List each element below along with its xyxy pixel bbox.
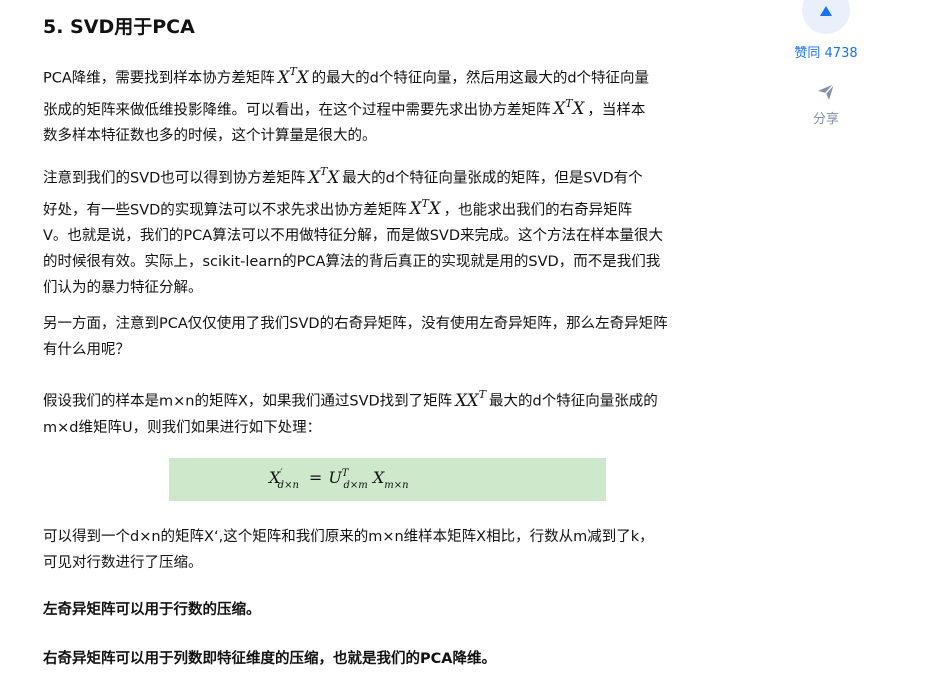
p2-text-1: 注意到我们的SVD也可以得到协方差矩阵	[43, 170, 306, 187]
section-heading: 5. SVD用于PCA	[43, 16, 195, 38]
p1-text-4: ，当样本	[587, 102, 646, 118]
math-xxt: XXT	[455, 388, 487, 410]
p1-text-2: 的最大的d个特征向量，然后用这最大的d个特征向量	[311, 70, 650, 87]
upvote-button[interactable]	[802, 0, 850, 34]
paper-plane-icon[interactable]	[816, 82, 836, 102]
p4-text-1: 假设我们的样本是m×n的矩阵X，如果我们通过SVD找到了矩阵	[43, 393, 453, 410]
paragraph-assumption: 假设我们的样本是m×n的矩阵X，如果我们通过SVD找到了矩阵 XXT 最大的d个特征…	[43, 383, 733, 441]
share-button-label[interactable]: 分享	[780, 108, 872, 127]
p2-text-7: 们认为的暴力特征分解。	[43, 280, 203, 296]
math-xtx: XTX	[409, 196, 441, 219]
paragraph-left-singular-question: 另一方面，注意到PCA仅仅使用了我们SVD的右奇异矩阵，没有使用左奇异矩阵，那么…	[43, 311, 733, 363]
formula-equation: X′d×n = UTd×m Xm×n	[269, 468, 409, 491]
paragraph-pca-intro: PCA降维，需要找到样本协方差矩阵 XTX 的最大的d个特征向量，然后用这最大的d个…	[43, 60, 733, 149]
p2-text-3: 好处，有一些SVD的实现算法可以不求先求出协方差矩阵	[43, 202, 407, 218]
math-xtx: XTX	[308, 165, 340, 187]
bold-right-singular-note: 右奇异矩阵可以用于列数即特征维度的压缩，也就是我们的PCA降维。	[43, 651, 496, 667]
p2-text-2: 最大的d个特征向量张成的矩阵，但是SVD有个	[342, 170, 643, 187]
p4-text-2: 最大的d个特征向量张成的	[489, 393, 658, 410]
p1-text-3: 张成的矩阵来做低维投影降维。可以看出，在这个过程中需要先求出协方差矩阵	[43, 102, 551, 118]
formula-block: X′d×n = UTd×m Xm×n	[169, 458, 606, 501]
paragraph-svd-advantage: 注意到我们的SVD也可以得到协方差矩阵 XTX 最大的d个特征向量张成的矩阵，但是S…	[43, 160, 733, 301]
p2-text-5: V。也就是说，我们的PCA算法可以不用做特征分解，而是做SVD来完成。这个方法在…	[43, 228, 663, 244]
paragraph-row-compression: 可以得到一个d×n的矩阵X‘,这个矩阵和我们原来的m×n维样本矩阵X相比，行数从…	[43, 524, 733, 576]
triangle-up-icon	[820, 6, 832, 16]
p2-text-4: ，也能求出我们的右奇异矩阵	[443, 202, 633, 218]
bold-left-singular-note: 左奇异矩阵可以用于行数的压缩。	[43, 602, 261, 618]
p5-text-2: 可见对行数进行了压缩。	[43, 555, 203, 571]
p4-text-3: m×d维矩阵U，则我们如果进行如下处理：	[43, 419, 322, 436]
math-xtx: XTX	[277, 65, 309, 87]
math-xtx: XTX	[553, 96, 585, 119]
p3-text-1: 另一方面，注意到PCA仅仅使用了我们SVD的右奇异矩阵，没有使用左奇异矩阵，那么…	[43, 316, 668, 332]
upvote-count[interactable]: 赞同 4738	[780, 42, 872, 61]
p5-text-1: 可以得到一个d×n的矩阵X‘,这个矩阵和我们原来的m×n维样本矩阵X相比，行数从…	[43, 529, 654, 545]
p2-text-6: 的时候很有效。实际上，scikit-learn的PCA算法的背后真正的实现就是用…	[43, 254, 661, 270]
p1-text-1: PCA降维，需要找到样本协方差矩阵	[43, 70, 275, 87]
p1-text-5: 数多样本特征数也多的时候，这个计算量是很大的。	[43, 128, 377, 144]
p3-text-2: 有什么用呢？	[43, 342, 130, 358]
